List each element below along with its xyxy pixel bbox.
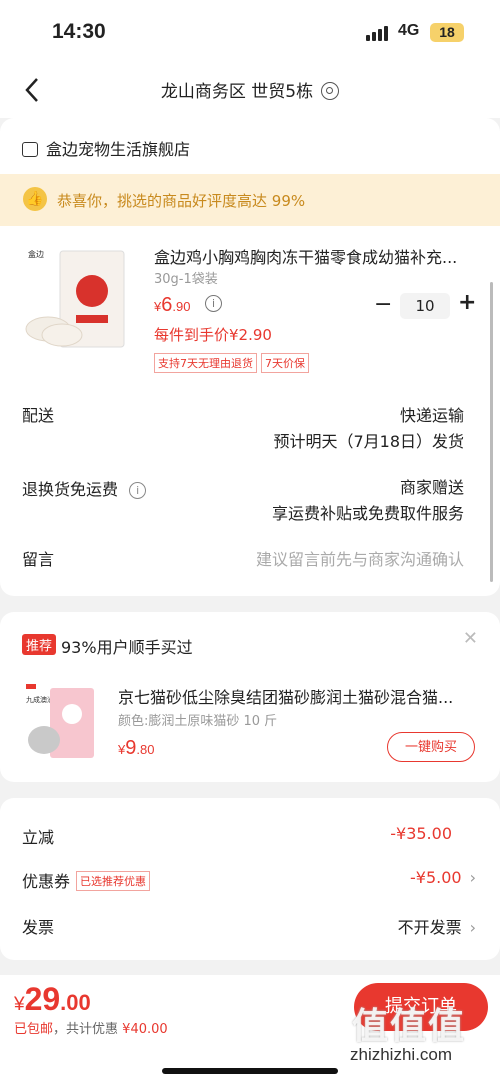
network-label: 4G xyxy=(398,22,420,39)
chevron-right-icon: › xyxy=(469,918,476,937)
saving-value: ¥40.00 xyxy=(122,1022,168,1037)
returns-row[interactable]: 退换货免运费 i xyxy=(22,476,147,500)
summary-card: 立减 -¥35.00 优惠券 已选推荐优惠 -¥5.00 › 发票 不开发票 › xyxy=(0,798,500,960)
checkout-bar: ¥29.00 已包邮，共计优惠 ¥40.00 提交订单 值值值 zhizhizh… xyxy=(0,975,500,1082)
chevron-right-icon: › xyxy=(469,868,476,887)
price-info-icon[interactable]: i xyxy=(205,295,222,312)
home-indicator[interactable] xyxy=(162,1068,338,1074)
invoice-label: 发票 xyxy=(22,918,55,937)
shipping-text: 已包邮 xyxy=(14,1022,54,1037)
scrollbar[interactable] xyxy=(490,282,493,582)
close-icon[interactable]: ✕ xyxy=(463,628,478,649)
discount-label: 立减 xyxy=(22,828,55,847)
product-image[interactable]: 盒边 xyxy=(22,243,134,355)
delivery-method[interactable]: 快递运输 xyxy=(400,402,464,426)
svg-text:盒边: 盒边 xyxy=(28,249,44,259)
shop-name-row[interactable]: 盒边宠物生活旗舰店 xyxy=(22,136,190,160)
shop-name: 盒边宠物生活旗舰店 xyxy=(46,140,191,159)
quantity-input[interactable]: 10 xyxy=(400,293,450,319)
battery-icon: 18 xyxy=(430,23,464,42)
status-time: 14:30 xyxy=(52,20,106,43)
banner-text: 恭喜你，挑选的商品好评度高达 99% xyxy=(57,192,306,210)
reco-product-spec: 颜色:膨润土原味猫砂 10 斤 xyxy=(118,714,278,729)
service-tags: 支持7天无理由退货 7天价保 xyxy=(154,352,313,373)
coupon-label: 优惠券 xyxy=(22,872,71,891)
signal-icon xyxy=(366,25,390,41)
watermark-logo: 值值值 xyxy=(352,1005,467,1046)
reco-badge: 推荐 xyxy=(22,634,57,655)
tag-return: 支持7天无理由退货 xyxy=(154,353,257,373)
address-text: 龙山商务区 世贸5栋 xyxy=(160,82,314,102)
returns-detail: 享运费补贴或免费取件服务 xyxy=(271,504,464,523)
status-bar: 14:30 4G 18 xyxy=(0,0,500,62)
invoice-value: 不开发票 xyxy=(397,918,462,937)
unit-price: 每件到手价¥2.90 xyxy=(154,326,272,344)
coupon-tag: 已选推荐优惠 xyxy=(76,871,151,891)
total-price: ¥29.00 xyxy=(14,981,91,1017)
quantity-increase-button[interactable]: + xyxy=(458,290,476,315)
returns-label: 退换货免运费 xyxy=(22,480,119,499)
delivery-eta: 预计明天（7月18日）发货 xyxy=(273,432,464,451)
recommendation-card: 推荐 93%用户顺手买过 ✕ 九成澳洲土 京七猫砂低尘除臭结团猫砂膨润土猫砂混合… xyxy=(0,612,500,782)
reco-title: 93%用户顺手买过 xyxy=(61,638,193,657)
thumbs-up-icon: 👍 xyxy=(23,187,47,211)
product-title[interactable]: 盒边鸡小胸鸡胸肉冻干猫零食成幼猫补充... xyxy=(154,244,484,268)
address-title[interactable]: 龙山商务区 世贸5栋 xyxy=(0,77,500,102)
returns-value: 商家赠送 xyxy=(399,478,464,497)
shop-icon xyxy=(22,142,38,157)
coupon-row[interactable]: 优惠券 已选推荐优惠 xyxy=(22,868,151,892)
reco-product-name[interactable]: 京七猫砂低尘除臭结团猫砂膨润土猫砂混合猫... xyxy=(118,684,478,708)
coupon-value-row[interactable]: -¥5.00 › xyxy=(410,868,476,887)
nav-bar: 龙山商务区 世贸5栋 xyxy=(0,62,500,118)
tag-price-protect: 7天价保 xyxy=(261,353,309,373)
watermark-url: zhizhizhi.com xyxy=(350,1045,453,1064)
location-pin-icon xyxy=(321,82,340,100)
quantity-decrease-button[interactable]: − xyxy=(374,292,392,317)
invoice-value-row[interactable]: 不开发票 › xyxy=(398,914,476,938)
total-subtext: 已包邮，共计优惠 ¥40.00 xyxy=(14,1018,168,1037)
discount-value: -¥35.00 xyxy=(390,824,452,843)
praise-banner: 👍 恭喜你，挑选的商品好评度高达 99% xyxy=(0,174,500,226)
saving-prefix: ，共计优惠 xyxy=(53,1022,119,1037)
returns-info-icon[interactable]: i xyxy=(129,482,147,499)
order-card: 盒边宠物生活旗舰店 👍 恭喜你，挑选的商品好评度高达 99% 盒边 盒边鸡小胸鸡… xyxy=(0,118,500,596)
coupon-value: -¥5.00 xyxy=(410,868,462,887)
reco-product-image[interactable]: 九成澳洲土 xyxy=(22,682,97,762)
message-label: 留言 xyxy=(22,550,55,569)
quick-buy-button[interactable]: 一键购买 xyxy=(387,732,475,762)
product-spec[interactable]: 30g-1袋装 xyxy=(154,268,218,287)
message-input[interactable]: 建议留言前先与商家沟通确认 xyxy=(256,546,464,570)
product-price: ¥6.90 xyxy=(154,294,191,316)
delivery-label: 配送 xyxy=(22,406,55,425)
reco-product-price: ¥9.80 xyxy=(118,737,155,759)
